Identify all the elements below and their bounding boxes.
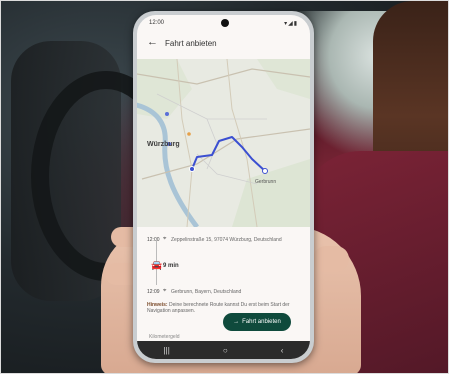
page-title: Fahrt anbieten xyxy=(165,39,217,48)
start-time: 12:00 xyxy=(147,237,160,243)
offer-ride-label: Fahrt anbieten xyxy=(242,319,281,325)
status-time: 12:00 xyxy=(149,20,165,26)
map-label-town: Gerbrunn xyxy=(255,179,277,185)
offer-ride-button[interactable]: → Fahrt anbieten xyxy=(223,313,291,331)
status-icons: ▾◢▮ xyxy=(284,21,298,27)
smartphone: 12:00 ▾◢▮ ← Fahrt anbieten Würzburg Gerb… xyxy=(133,11,314,363)
end-address: Gerbrunn, Bayern, Deutschland xyxy=(171,289,242,295)
front-camera xyxy=(221,19,229,27)
route-map[interactable]: Würzburg Gerbrunn xyxy=(137,58,310,229)
kilometergeld-link[interactable]: Kilometergeld xyxy=(149,334,180,340)
end-time: 12:09 xyxy=(147,289,160,295)
phone-screen: 12:00 ▾◢▮ ← Fahrt anbieten Würzburg Gerb… xyxy=(137,15,310,359)
start-address: Zeppelinstraße 15, 97074 Würzburg, Deuts… xyxy=(171,237,282,243)
location-pin-icon: ⌖ xyxy=(163,288,167,294)
route-duration: 9 min xyxy=(163,263,179,269)
back-icon[interactable]: ‹ xyxy=(281,346,284,355)
photo: 12:00 ▾◢▮ ← Fahrt anbieten Würzburg Gerb… xyxy=(0,0,449,374)
arrow-left-icon[interactable]: ← xyxy=(147,36,158,48)
status-bar: 12:00 ▾◢▮ xyxy=(137,15,310,31)
map-label-city: Würzburg xyxy=(147,141,180,148)
car-icon: 🚘 xyxy=(151,260,163,270)
home-icon[interactable]: ○ xyxy=(223,346,228,355)
arrow-right-icon: → xyxy=(233,319,240,325)
thumb xyxy=(313,246,349,272)
android-nav-bar: ||| ○ ‹ xyxy=(137,341,310,359)
location-pin-icon: ⌖ xyxy=(163,236,167,242)
recent-apps-icon[interactable]: ||| xyxy=(164,346,170,355)
app-bar: ← Fahrt anbieten xyxy=(137,33,310,57)
